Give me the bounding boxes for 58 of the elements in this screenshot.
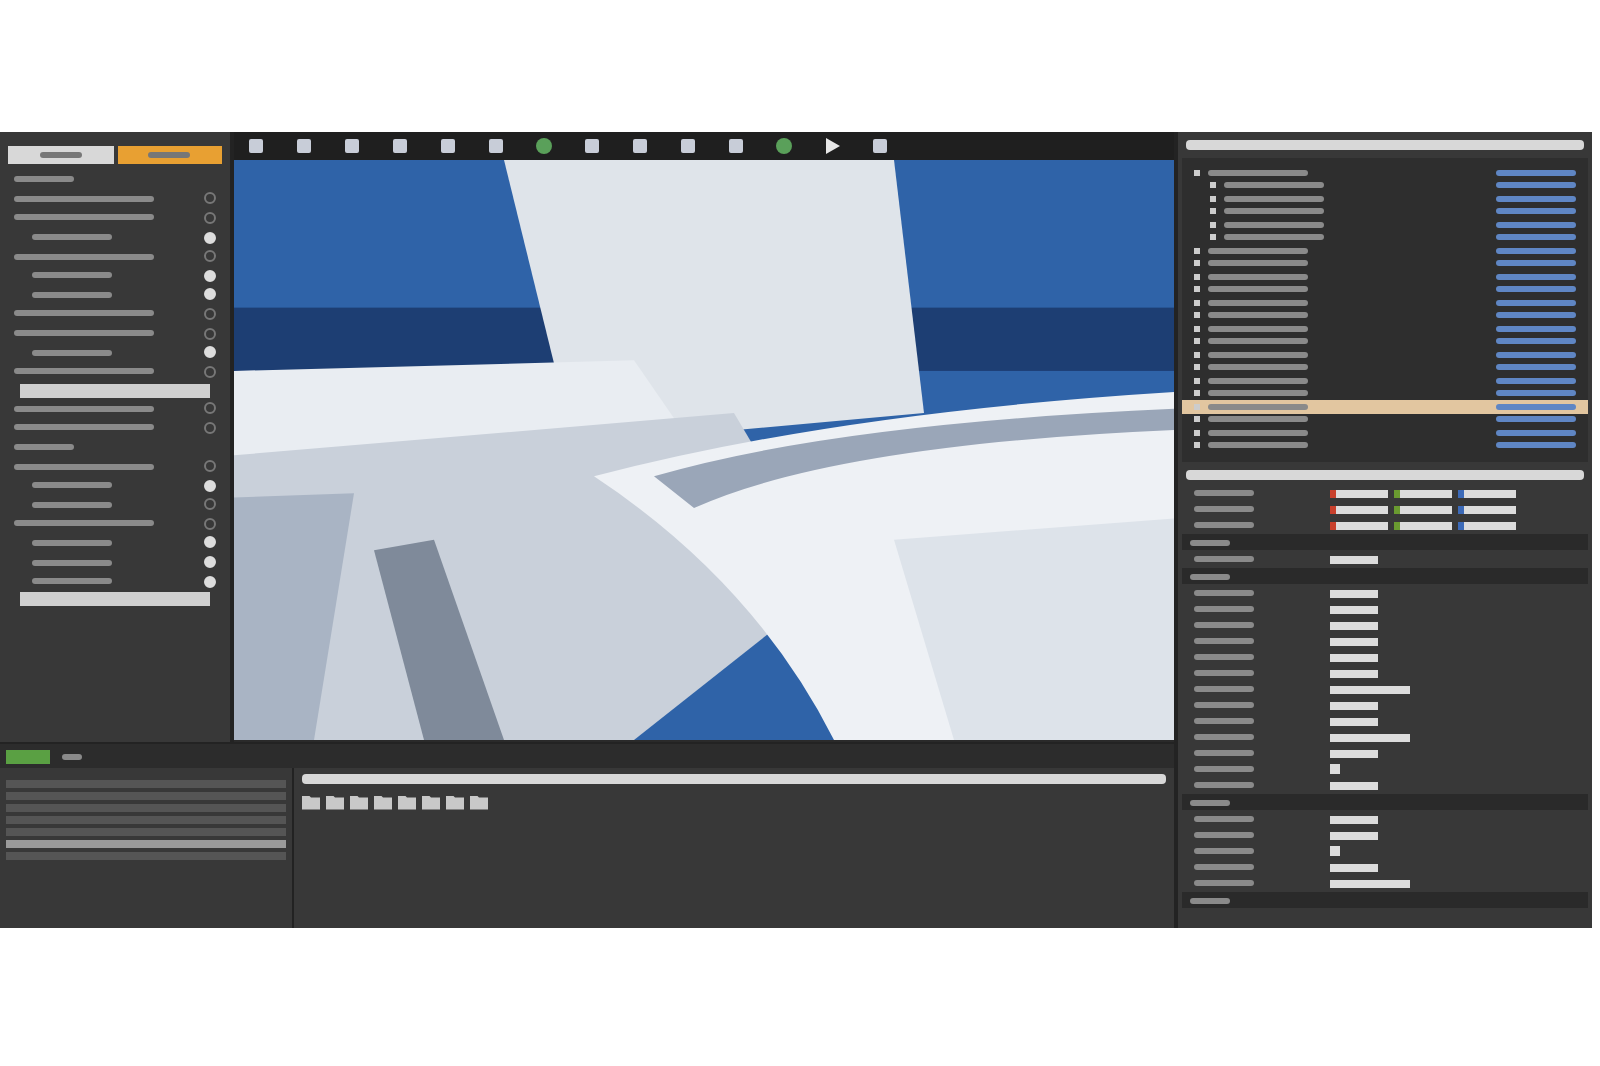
checkbox[interactable] bbox=[204, 307, 216, 320]
checkbox[interactable] bbox=[204, 365, 216, 378]
panel-button[interactable] bbox=[20, 592, 210, 607]
checkbox[interactable] bbox=[204, 192, 216, 205]
input-field[interactable] bbox=[1330, 637, 1378, 645]
toolbar-icon[interactable] bbox=[870, 136, 890, 156]
checkbox[interactable] bbox=[204, 460, 216, 473]
input-field[interactable] bbox=[1458, 489, 1516, 497]
input-field[interactable] bbox=[1458, 521, 1516, 529]
input-field[interactable] bbox=[1394, 505, 1452, 513]
search-field[interactable] bbox=[1186, 140, 1584, 150]
input-field[interactable] bbox=[1330, 555, 1378, 563]
input-field[interactable] bbox=[1330, 521, 1388, 529]
input-field[interactable] bbox=[1330, 815, 1378, 823]
search-field[interactable] bbox=[302, 774, 1166, 784]
checkbox[interactable] bbox=[204, 402, 216, 415]
toolbar-icon[interactable] bbox=[294, 136, 314, 156]
search-field[interactable] bbox=[1186, 470, 1584, 480]
globe-icon[interactable] bbox=[774, 136, 794, 156]
play-icon[interactable] bbox=[822, 136, 842, 156]
checkbox[interactable] bbox=[204, 250, 216, 263]
input-field[interactable] bbox=[1330, 831, 1378, 839]
checkbox[interactable] bbox=[204, 327, 216, 340]
input-field[interactable] bbox=[1330, 685, 1410, 693]
toolbar-icon[interactable] bbox=[390, 136, 410, 156]
toolbar-icon[interactable] bbox=[246, 136, 266, 156]
input-field[interactable] bbox=[1330, 589, 1378, 597]
input-field[interactable] bbox=[1330, 749, 1378, 757]
input-field[interactable] bbox=[1330, 863, 1378, 871]
checkbox[interactable] bbox=[204, 211, 216, 224]
input-field[interactable] bbox=[1330, 605, 1378, 613]
globe-icon[interactable] bbox=[534, 136, 554, 156]
checkbox[interactable] bbox=[204, 498, 216, 511]
input-field[interactable] bbox=[1330, 701, 1378, 709]
input-field[interactable] bbox=[1330, 669, 1378, 677]
add-button[interactable] bbox=[6, 749, 50, 763]
input-field[interactable] bbox=[1330, 621, 1378, 629]
toolbar-icon[interactable] bbox=[630, 136, 650, 156]
input-field[interactable] bbox=[1330, 489, 1388, 497]
toolbar-icon[interactable] bbox=[582, 136, 602, 156]
checkbox[interactable] bbox=[204, 421, 216, 434]
toolbar-icon[interactable] bbox=[486, 136, 506, 156]
toolbar-icon[interactable] bbox=[438, 136, 458, 156]
panel-tab[interactable] bbox=[8, 146, 113, 164]
input-field[interactable] bbox=[1330, 505, 1388, 513]
input-field[interactable] bbox=[1394, 521, 1452, 529]
input-field[interactable] bbox=[1330, 781, 1378, 789]
input-field[interactable] bbox=[1458, 505, 1516, 513]
panel-button[interactable] bbox=[20, 383, 210, 398]
input-field[interactable] bbox=[1330, 733, 1410, 741]
checkbox[interactable] bbox=[204, 517, 216, 530]
toolbar-icon[interactable] bbox=[342, 136, 362, 156]
input-field[interactable] bbox=[1330, 879, 1410, 887]
input-field[interactable] bbox=[1330, 653, 1378, 661]
toolbar-icon[interactable] bbox=[726, 136, 746, 156]
toolbar-icon[interactable] bbox=[678, 136, 698, 156]
input-field[interactable] bbox=[1330, 717, 1378, 725]
input-field[interactable] bbox=[1394, 489, 1452, 497]
